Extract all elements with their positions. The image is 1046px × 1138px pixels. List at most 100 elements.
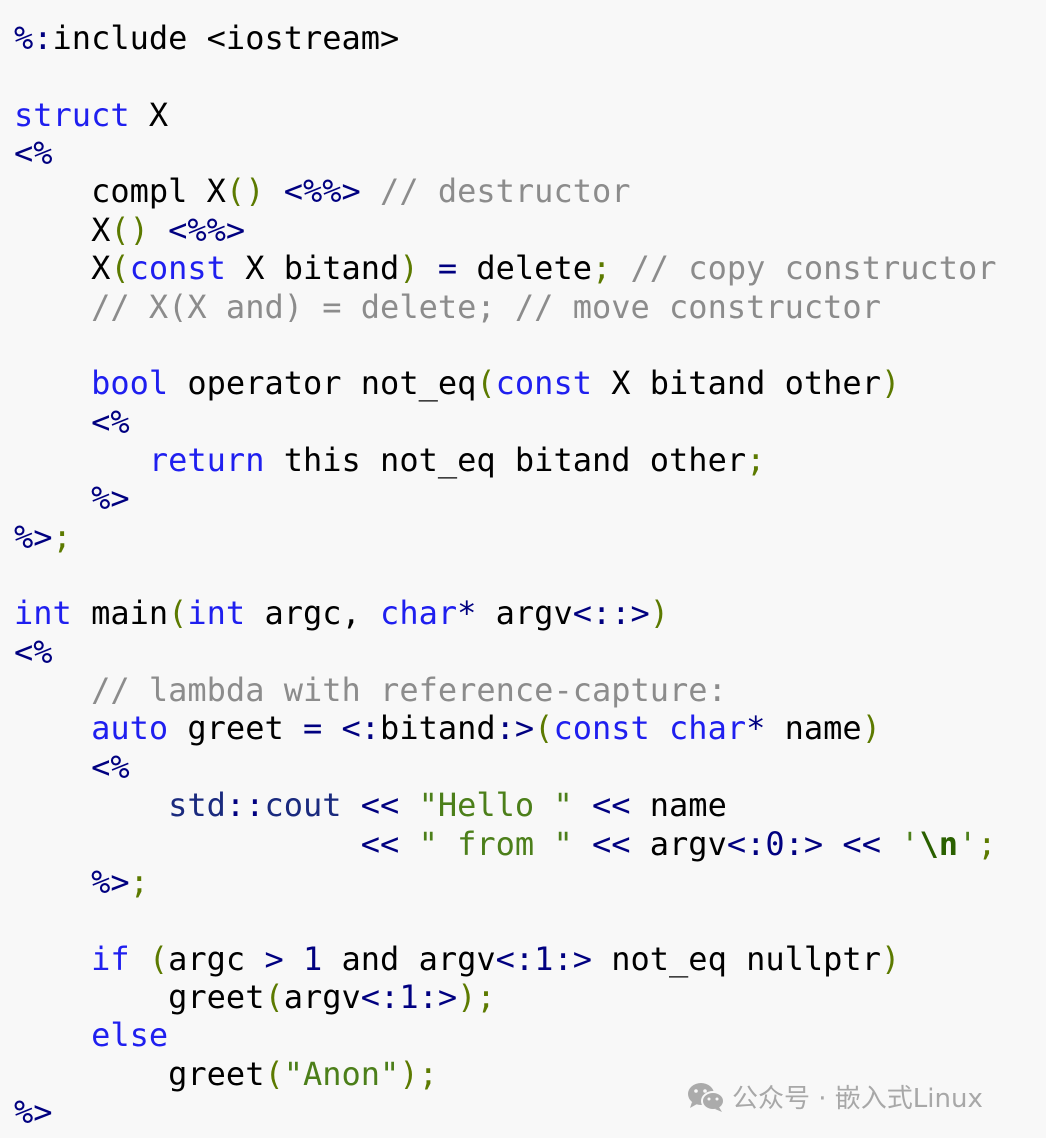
code-token: ( (148, 939, 169, 978)
code-token: ( (264, 977, 284, 1016)
code-token: const (129, 249, 226, 288)
watermark-text: 公众号 · 嵌入式Linux (732, 1084, 983, 1114)
code-token: ; (977, 824, 997, 863)
code-token: char (669, 709, 747, 748)
code-block: %:include <iostream> struct X <% compl X(… (14, 19, 997, 1131)
code-token: const (553, 709, 650, 748)
code-token: * (457, 594, 477, 633)
code-token: name (630, 786, 727, 825)
code-line: int main(int argc, char* argv<::>) (14, 594, 997, 632)
code-token: << (591, 786, 631, 825)
code-token: %> (91, 479, 130, 518)
code-token: // X(X and) = delete; // move constructo… (91, 287, 881, 326)
code-token: char (380, 594, 458, 633)
code-token: <: (341, 709, 381, 748)
code-token: " from " (418, 824, 573, 863)
code-token: * (746, 709, 766, 748)
code-token: << (842, 824, 881, 863)
code-token: ( (110, 249, 130, 288)
code-line: struct X (14, 96, 997, 134)
code-token: "Anon" (283, 1054, 400, 1093)
code-token: <: (726, 824, 766, 863)
code-line: greet(argv<:1:>); (14, 978, 997, 1016)
code-token: << (360, 824, 400, 863)
code-token: ( (476, 364, 496, 403)
code-line: <% (14, 748, 997, 786)
code-token: <::> (572, 594, 650, 633)
code-token: ; (52, 517, 72, 556)
code-token: <% (14, 134, 53, 173)
wechat-icon (688, 1082, 725, 1112)
code-token: <%%> (283, 172, 361, 211)
code-token: ' (958, 824, 978, 863)
code-token: ); (399, 1054, 438, 1093)
code-token: %> (14, 517, 53, 556)
code-token: 1 (534, 939, 554, 978)
code-token: ); (457, 977, 496, 1016)
code-token: 1 (302, 939, 323, 978)
code-token: "Hello " (418, 786, 573, 825)
code-token: std (168, 786, 226, 825)
code-line: // X(X and) = delete; // move constructo… (14, 288, 997, 326)
code-line: compl X() <%%> // destructor (14, 172, 997, 210)
code-token: << (360, 786, 400, 825)
code-token: () (225, 172, 265, 211)
code-token: %: (14, 19, 53, 57)
watermark: 公众号 · 嵌入式Linux (686, 1078, 983, 1115)
code-token: ) (880, 364, 901, 403)
code-token: ( (168, 594, 188, 633)
code-token: // lambda with reference-capture: (91, 671, 727, 710)
code-token: <%%> (168, 210, 246, 249)
code-line: %:include <iostream> (14, 19, 997, 57)
code-token: else (91, 1016, 169, 1055)
code-token: greet (14, 977, 265, 1016)
code-token: greet (168, 709, 303, 748)
code-line: X() <%%> (14, 211, 997, 249)
code-token: ( (264, 1054, 284, 1093)
code-token: ; (129, 862, 149, 901)
code-token: :> (495, 709, 535, 748)
code-token: X (129, 95, 169, 134)
code-token: :> (784, 824, 824, 863)
code-token: int (14, 594, 72, 633)
code-token: operator not_eq (168, 364, 477, 403)
code-token: // copy constructor (630, 249, 997, 288)
code-token: () (110, 210, 149, 249)
code-line: bool operator not_eq(const X bitand othe… (14, 364, 997, 402)
code-token: ; (746, 440, 766, 479)
code-token: ' (900, 824, 920, 863)
code-line: else (14, 1016, 997, 1054)
code-line: std::cout << "Hello " << name (14, 786, 997, 824)
code-token: bitand (380, 709, 496, 748)
code-token: argv (630, 824, 727, 863)
code-token: << (591, 824, 631, 863)
code-token: :> (418, 977, 458, 1016)
code-token: compl X (14, 172, 226, 211)
code-token: this not_eq bitand other (264, 440, 747, 479)
code-token: and argv (322, 939, 496, 978)
code-token: argc, (245, 594, 381, 633)
code-token: :: (225, 786, 265, 825)
code-token: <% (91, 747, 130, 786)
code-token: delete (457, 249, 592, 288)
code-line: <% (14, 403, 997, 441)
code-line: %>; (14, 518, 997, 556)
